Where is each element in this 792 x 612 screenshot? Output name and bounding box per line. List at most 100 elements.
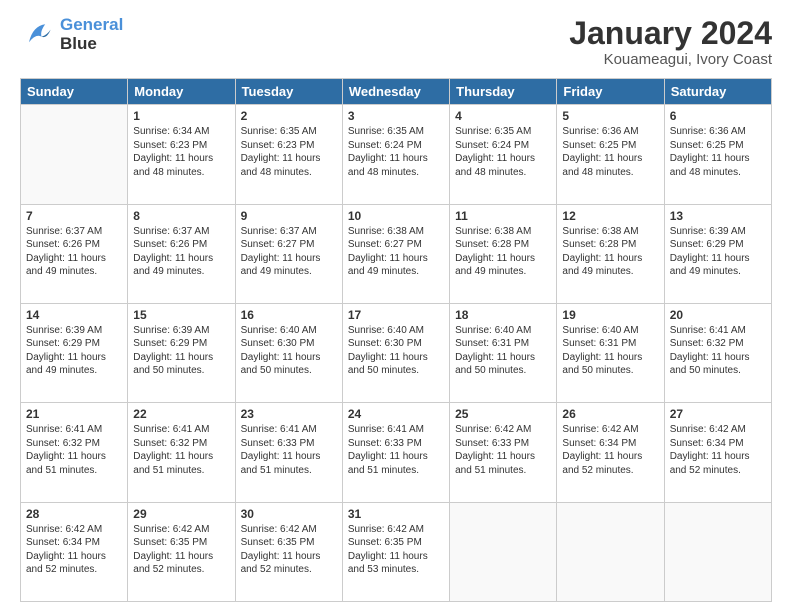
calendar-day-cell <box>21 105 128 204</box>
calendar-day-header: Wednesday <box>342 79 449 105</box>
calendar-day-cell: 2Sunrise: 6:35 AMSunset: 6:23 PMDaylight… <box>235 105 342 204</box>
calendar-day-cell: 19 Sunrise: 6:40 AMSunset: 6:31 PMDayligh… <box>557 303 664 402</box>
day-number: 11 <box>455 209 551 223</box>
calendar-day-cell: 3Sunrise: 6:35 AMSunset: 6:24 PMDaylight… <box>342 105 449 204</box>
calendar-week-row: 28Sunrise: 6:42 AMSunset: 6:34 PMDayligh… <box>21 502 772 601</box>
day-info: Sunrise: 6:38 AMSunset: 6:28 PMDaylight:… <box>455 225 551 279</box>
day-number: 26 <box>562 407 658 421</box>
day-number: 17 <box>348 308 444 322</box>
day-info: Sunrise: 6:39 AMSunset: 6:29 PMDaylight:… <box>133 324 229 378</box>
calendar-day-cell: 8 Sunrise: 6:37 AMSunset: 6:26 PMDaylight… <box>128 204 235 303</box>
calendar-day-cell: 11 Sunrise: 6:38 AMSunset: 6:28 PMDayligh… <box>450 204 557 303</box>
day-info: Sunrise: 6:38 AMSunset: 6:28 PMDaylight:… <box>562 225 658 279</box>
day-info: Sunrise: 6:40 AMSunset: 6:30 PMDaylight:… <box>348 324 444 378</box>
calendar-day-cell: 1Sunrise: 6:34 AMSunset: 6:23 PMDaylight… <box>128 105 235 204</box>
logo-general: General <box>60 15 123 34</box>
calendar-day-cell: 25Sunrise: 6:42 AMSunset: 6:33 PMDayligh… <box>450 403 557 502</box>
day-number: 20 <box>670 308 766 322</box>
day-number: 27 <box>670 407 766 421</box>
day-number: 16 <box>241 308 337 322</box>
day-info: Sunrise: 6:40 AMSunset: 6:31 PMDaylight:… <box>455 324 551 378</box>
day-info: Sunrise: 6:40 AMSunset: 6:30 PMDaylight:… <box>241 324 337 378</box>
calendar-day-cell <box>450 502 557 601</box>
calendar-day-cell: 27 Sunrise: 6:42 AMSunset: 6:34 PMDayligh… <box>664 403 771 502</box>
calendar-day-cell: 16 Sunrise: 6:40 AMSunset: 6:30 PMDayligh… <box>235 303 342 402</box>
day-info: Sunrise: 6:37 AMSunset: 6:27 PMDaylight:… <box>241 225 337 279</box>
day-number: 13 <box>670 209 766 223</box>
day-info: Sunrise: 6:35 AMSunset: 6:24 PMDaylight:… <box>455 125 551 179</box>
day-number: 19 <box>562 308 658 322</box>
day-info: Sunrise: 6:35 AMSunset: 6:23 PMDaylight:… <box>241 125 337 179</box>
logo-icon <box>20 17 56 53</box>
calendar-table: SundayMondayTuesdayWednesdayThursdayFrid… <box>20 78 772 602</box>
page: General Blue January 2024 Kouameagui, Iv… <box>0 0 792 612</box>
calendar-day-cell <box>557 502 664 601</box>
day-info: Sunrise: 6:41 AMSunset: 6:32 PMDaylight:… <box>133 423 229 477</box>
calendar-day-header: Sunday <box>21 79 128 105</box>
calendar-week-row: 21 Sunrise: 6:41 AMSunset: 6:32 PMDayligh… <box>21 403 772 502</box>
day-info: Sunrise: 6:42 AMSunset: 6:35 PMDaylight:… <box>241 523 337 577</box>
day-number: 24 <box>348 407 444 421</box>
calendar-day-header: Thursday <box>450 79 557 105</box>
day-info: Sunrise: 6:38 AMSunset: 6:27 PMDaylight:… <box>348 225 444 279</box>
calendar-day-cell: 26 Sunrise: 6:42 AMSunset: 6:34 PMDayligh… <box>557 403 664 502</box>
day-info: Sunrise: 6:42 AMSunset: 6:34 PMDaylight:… <box>26 523 122 577</box>
day-info: Sunrise: 6:41 AMSunset: 6:33 PMDaylight:… <box>241 423 337 477</box>
calendar-day-header: Monday <box>128 79 235 105</box>
calendar-day-cell: 20 Sunrise: 6:41 AMSunset: 6:32 PMDayligh… <box>664 303 771 402</box>
day-number: 9 <box>241 209 337 223</box>
calendar-day-cell: 7Sunrise: 6:37 AMSunset: 6:26 PMDaylight… <box>21 204 128 303</box>
day-number: 5 <box>562 109 658 123</box>
day-number: 30 <box>241 507 337 521</box>
calendar-day-cell: 30 Sunrise: 6:42 AMSunset: 6:35 PMDayligh… <box>235 502 342 601</box>
calendar-title: January 2024 <box>569 16 772 51</box>
day-number: 7 <box>26 209 122 223</box>
calendar-day-cell: 6Sunrise: 6:36 AMSunset: 6:25 PMDaylight… <box>664 105 771 204</box>
calendar-day-header: Friday <box>557 79 664 105</box>
day-info: Sunrise: 6:41 AMSunset: 6:32 PMDaylight:… <box>26 423 122 477</box>
calendar-day-cell: 9 Sunrise: 6:37 AMSunset: 6:27 PMDaylight… <box>235 204 342 303</box>
day-number: 22 <box>133 407 229 421</box>
calendar-day-cell: 10 Sunrise: 6:38 AMSunset: 6:27 PMDayligh… <box>342 204 449 303</box>
calendar-day-cell: 12Sunrise: 6:38 AMSunset: 6:28 PMDayligh… <box>557 204 664 303</box>
calendar-day-header: Tuesday <box>235 79 342 105</box>
day-number: 31 <box>348 507 444 521</box>
calendar-week-row: 1Sunrise: 6:34 AMSunset: 6:23 PMDaylight… <box>21 105 772 204</box>
logo-text: General Blue <box>60 16 123 53</box>
calendar-day-cell: 18 Sunrise: 6:40 AMSunset: 6:31 PMDayligh… <box>450 303 557 402</box>
day-number: 18 <box>455 308 551 322</box>
day-number: 15 <box>133 308 229 322</box>
day-number: 25 <box>455 407 551 421</box>
day-info: Sunrise: 6:42 AMSunset: 6:35 PMDaylight:… <box>133 523 229 577</box>
day-info: Sunrise: 6:42 AMSunset: 6:34 PMDaylight:… <box>670 423 766 477</box>
day-number: 29 <box>133 507 229 521</box>
day-info: Sunrise: 6:41 AMSunset: 6:32 PMDaylight:… <box>670 324 766 378</box>
day-number: 21 <box>26 407 122 421</box>
day-info: Sunrise: 6:37 AMSunset: 6:26 PMDaylight:… <box>133 225 229 279</box>
day-number: 23 <box>241 407 337 421</box>
day-info: Sunrise: 6:41 AMSunset: 6:33 PMDaylight:… <box>348 423 444 477</box>
calendar-day-cell: 22 Sunrise: 6:41 AMSunset: 6:32 PMDayligh… <box>128 403 235 502</box>
day-info: Sunrise: 6:42 AMSunset: 6:34 PMDaylight:… <box>562 423 658 477</box>
calendar-day-cell: 23 Sunrise: 6:41 AMSunset: 6:33 PMDayligh… <box>235 403 342 502</box>
title-block: January 2024 Kouameagui, Ivory Coast <box>569 16 772 68</box>
calendar-subtitle: Kouameagui, Ivory Coast <box>569 51 772 68</box>
day-info: Sunrise: 6:39 AMSunset: 6:29 PMDaylight:… <box>26 324 122 378</box>
calendar-day-cell: 17 Sunrise: 6:40 AMSunset: 6:30 PMDayligh… <box>342 303 449 402</box>
day-number: 10 <box>348 209 444 223</box>
day-number: 14 <box>26 308 122 322</box>
day-info: Sunrise: 6:36 AMSunset: 6:25 PMDaylight:… <box>670 125 766 179</box>
day-info: Sunrise: 6:36 AMSunset: 6:25 PMDaylight:… <box>562 125 658 179</box>
calendar-day-cell: 13 Sunrise: 6:39 AMSunset: 6:29 PMDayligh… <box>664 204 771 303</box>
calendar-day-cell: 24 Sunrise: 6:41 AMSunset: 6:33 PMDayligh… <box>342 403 449 502</box>
day-info: Sunrise: 6:40 AMSunset: 6:31 PMDaylight:… <box>562 324 658 378</box>
calendar-day-header: Saturday <box>664 79 771 105</box>
day-info: Sunrise: 6:42 AMSunset: 6:35 PMDaylight:… <box>348 523 444 577</box>
calendar-header-row: SundayMondayTuesdayWednesdayThursdayFrid… <box>21 79 772 105</box>
logo-blue: Blue <box>60 35 123 54</box>
logo: General Blue <box>20 16 123 53</box>
calendar-day-cell: 21 Sunrise: 6:41 AMSunset: 6:32 PMDayligh… <box>21 403 128 502</box>
day-number: 8 <box>133 209 229 223</box>
day-info: Sunrise: 6:39 AMSunset: 6:29 PMDaylight:… <box>670 225 766 279</box>
calendar-day-cell <box>664 502 771 601</box>
